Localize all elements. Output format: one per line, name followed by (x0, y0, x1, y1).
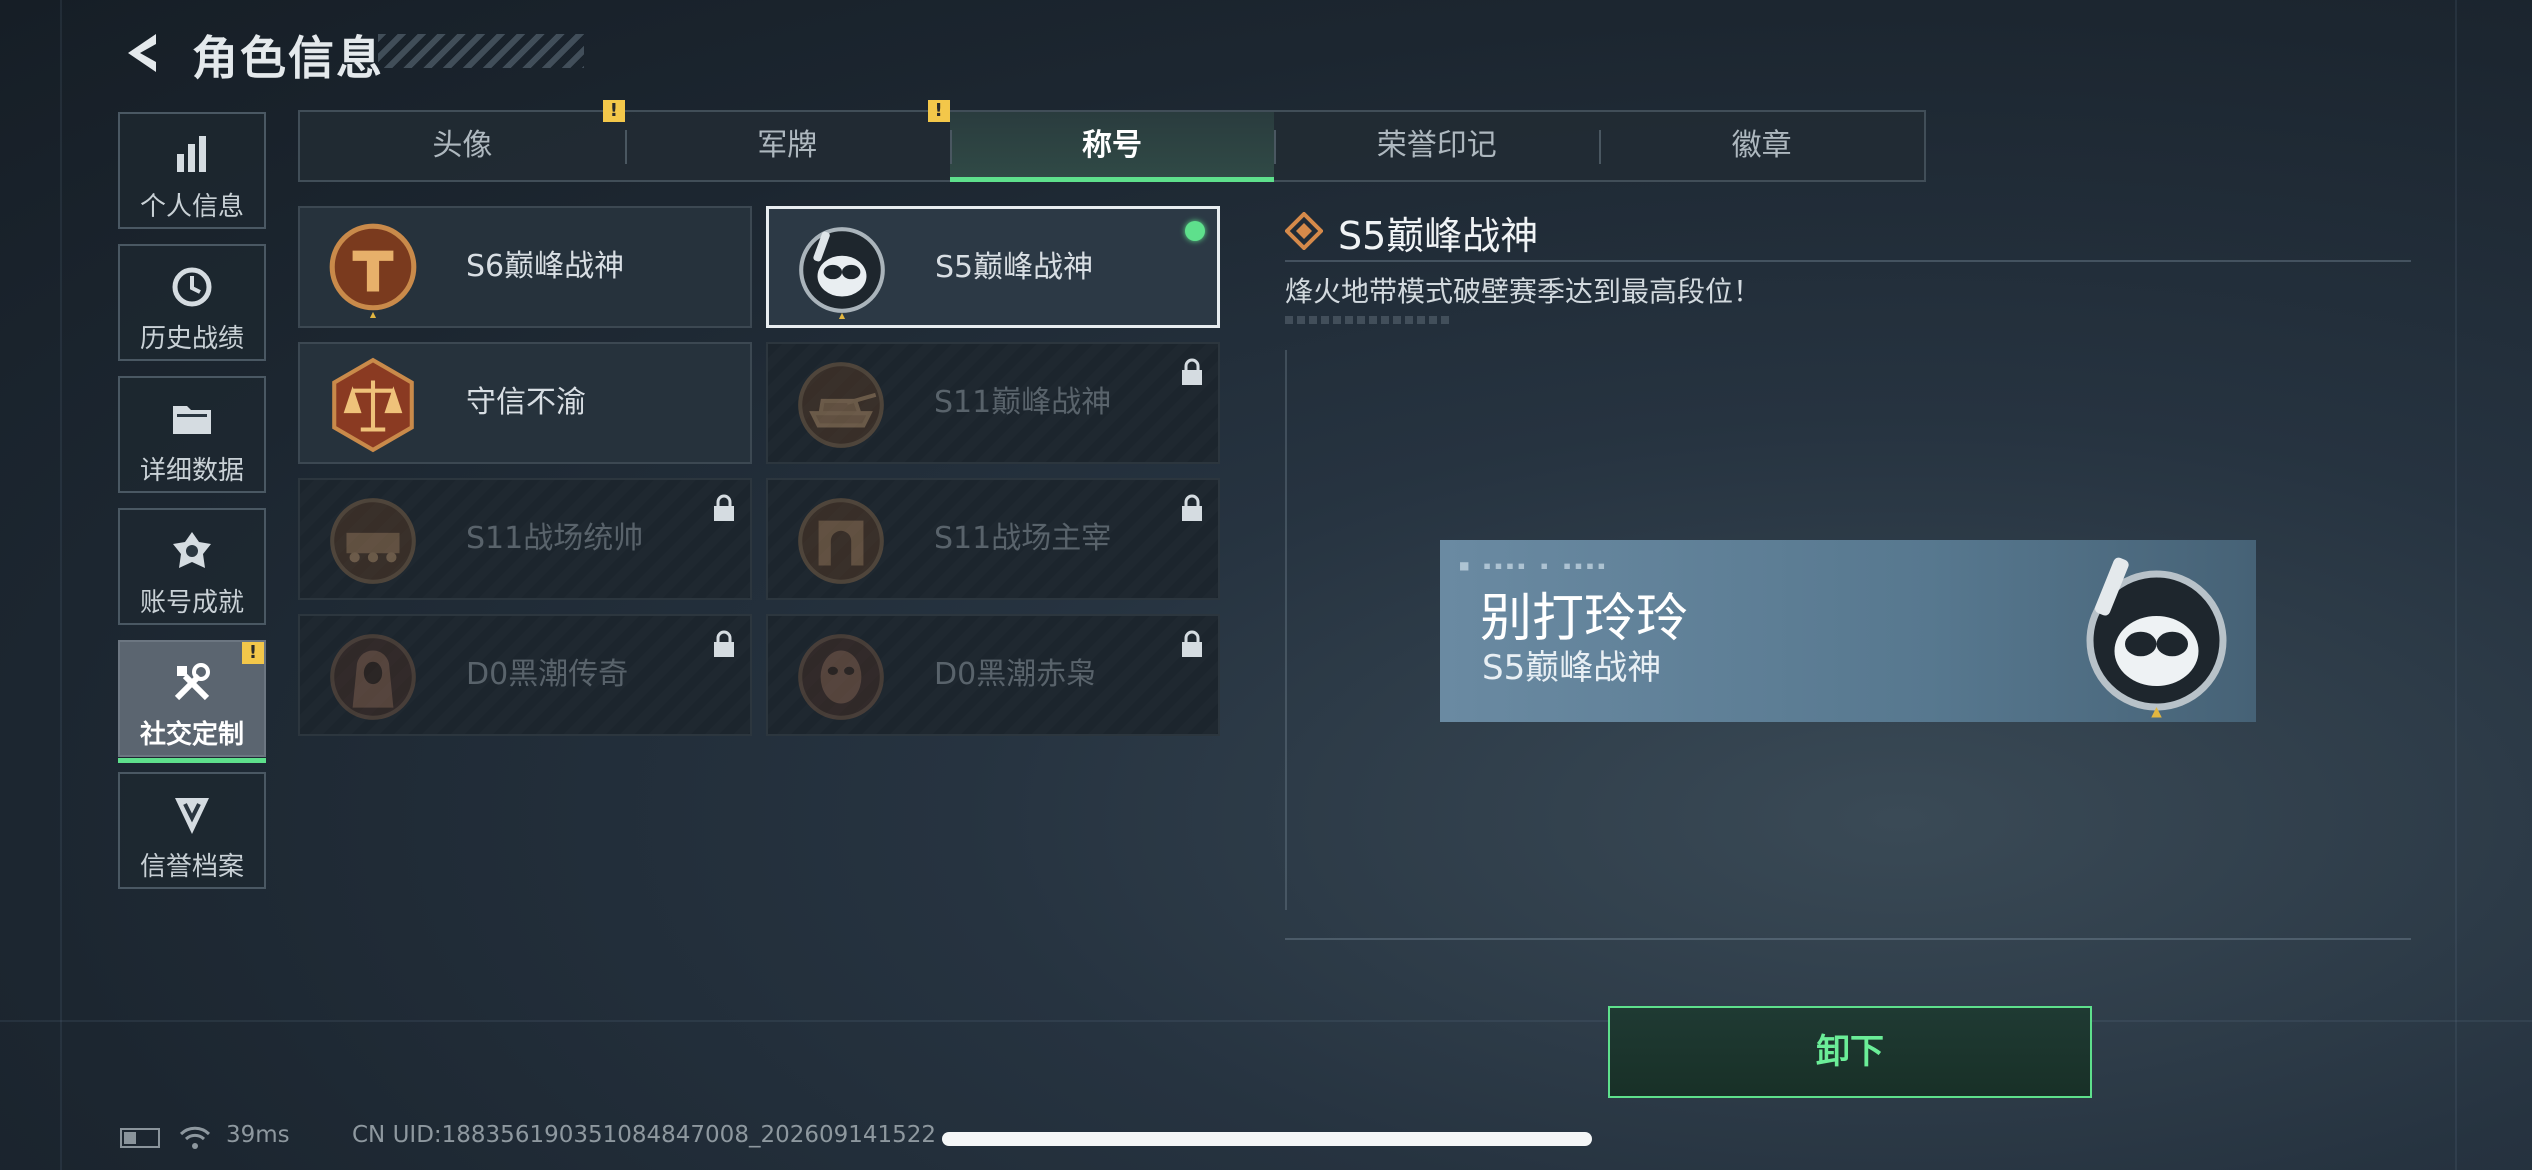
bar-chart-icon (177, 136, 206, 172)
armored-vehicle-emblem-icon (330, 498, 416, 584)
title-name: S11战场统帅 (466, 521, 644, 556)
diamond-icon (1285, 212, 1323, 250)
sidebar-item-label: 详细数据 (139, 456, 244, 486)
lock-icon (714, 630, 734, 657)
title-card-locked[interactable]: D0黑潮传奇 (298, 614, 752, 736)
sidebar-item-achievements[interactable]: 账号成就 (118, 508, 266, 625)
title-name: S11巅峰战神 (934, 385, 1112, 420)
sidebar-item-social-customization[interactable]: 社交定制 ! (118, 640, 266, 763)
unequip-button[interactable]: 卸下 (1608, 1006, 2092, 1098)
tank-emblem-icon (798, 362, 884, 448)
tab-honor-marks[interactable]: 荣誉印记 (1274, 112, 1599, 180)
title-decoration (378, 34, 584, 68)
achievement-icon (173, 532, 211, 568)
clock-icon (172, 267, 212, 307)
sidebar-item-label: 个人信息 (139, 192, 244, 222)
alert-badge: ! (602, 100, 625, 122)
title-card[interactable]: 守信不渝 (298, 342, 752, 464)
sidebar-item-label: 信誉档案 (139, 852, 244, 882)
detail-title: S5巅峰战神 (1338, 214, 1539, 258)
tab-dog-tag[interactable]: 军牌 ! (624, 100, 950, 180)
divider (1285, 260, 2411, 262)
title-name: S11战场主宰 (934, 521, 1112, 556)
ping-value: 39ms (226, 1122, 290, 1148)
hooded-figure-emblem-icon (330, 634, 416, 720)
shield-icon (175, 798, 209, 834)
sidebar-item-match-history[interactable]: 历史战绩 (118, 244, 266, 361)
tab-avatar[interactable]: 头像 ! (300, 100, 625, 180)
tab-badges[interactable]: 徽章 (1599, 112, 1924, 180)
tab-titles[interactable]: 称号 (949, 112, 1275, 182)
back-arrow-icon[interactable] (118, 28, 168, 78)
sidebar-item-label: 社交定制 (139, 720, 244, 750)
equipped-indicator (1185, 221, 1205, 241)
title-name: S6巅峰战神 (466, 249, 625, 284)
sidebar-item-label: 历史战绩 (139, 324, 244, 354)
nameplate-preview: ■ ▪▪▪▪ ▪ ▪▪▪▪ 别打玲玲 S5巅峰战神 (1440, 540, 2256, 722)
page-title: 角色信息 (192, 31, 384, 85)
nameplate-title: S5巅峰战神 (1482, 648, 1662, 688)
divider (1285, 938, 2411, 940)
wifi-icon (179, 1126, 211, 1149)
title-card-locked[interactable]: S11巅峰战神 (766, 342, 1220, 464)
sidebar-item-label: 账号成就 (139, 588, 244, 618)
battery-icon (120, 1128, 160, 1148)
title-name: D0黑潮传奇 (466, 657, 629, 692)
title-card-locked[interactable]: S11战场主宰 (766, 478, 1220, 600)
detail-description: 烽火地带模式破壁赛季达到最高段位！ (1285, 275, 1762, 308)
lock-icon (1182, 358, 1202, 385)
sidebar-item-personal-info[interactable]: 个人信息 (118, 112, 266, 229)
scales-emblem-icon (332, 357, 414, 453)
category-tabs: 头像 ! 军牌 ! 称号 荣誉印记 徽章 (298, 100, 1926, 182)
arch-emblem-icon (798, 498, 884, 584)
title-name: S5巅峰战神 (935, 250, 1094, 285)
lock-icon (1182, 630, 1202, 657)
title-card-locked[interactable]: S11战场统帅 (298, 478, 752, 600)
sidebar-item-credit-profile[interactable]: 信誉档案 (118, 772, 266, 889)
title-name: 守信不渝 (466, 385, 586, 420)
title-card-selected[interactable]: S5巅峰战神 (766, 206, 1220, 328)
masked-face-emblem-icon (798, 634, 884, 720)
alert-badge: ! (242, 642, 264, 664)
home-indicator[interactable] (942, 1132, 1592, 1146)
skull-diver-emblem-icon (799, 227, 885, 319)
sidebar-item-detailed-data[interactable]: 详细数据 (118, 376, 266, 493)
title-card[interactable]: S6巅峰战神 (298, 206, 752, 328)
alert-badge: ! (927, 100, 950, 122)
tools-icon (174, 663, 210, 701)
lock-icon (714, 494, 734, 521)
nameplate-decoration: ■ ▪▪▪▪ ▪ ▪▪▪▪ (1460, 558, 1609, 574)
decorative-text (1285, 316, 1450, 324)
folder-icon (173, 406, 211, 434)
title-name: D0黑潮赤枭 (934, 657, 1097, 692)
bronze-t-emblem-icon (329, 223, 417, 318)
lock-icon (1182, 494, 1202, 521)
title-card-locked[interactable]: D0黑潮赤枭 (766, 614, 1220, 736)
skull-diver-emblem-icon (2086, 557, 2227, 718)
uid-text: CN UID:1883561903510848470​08_2026091415… (352, 1122, 937, 1148)
